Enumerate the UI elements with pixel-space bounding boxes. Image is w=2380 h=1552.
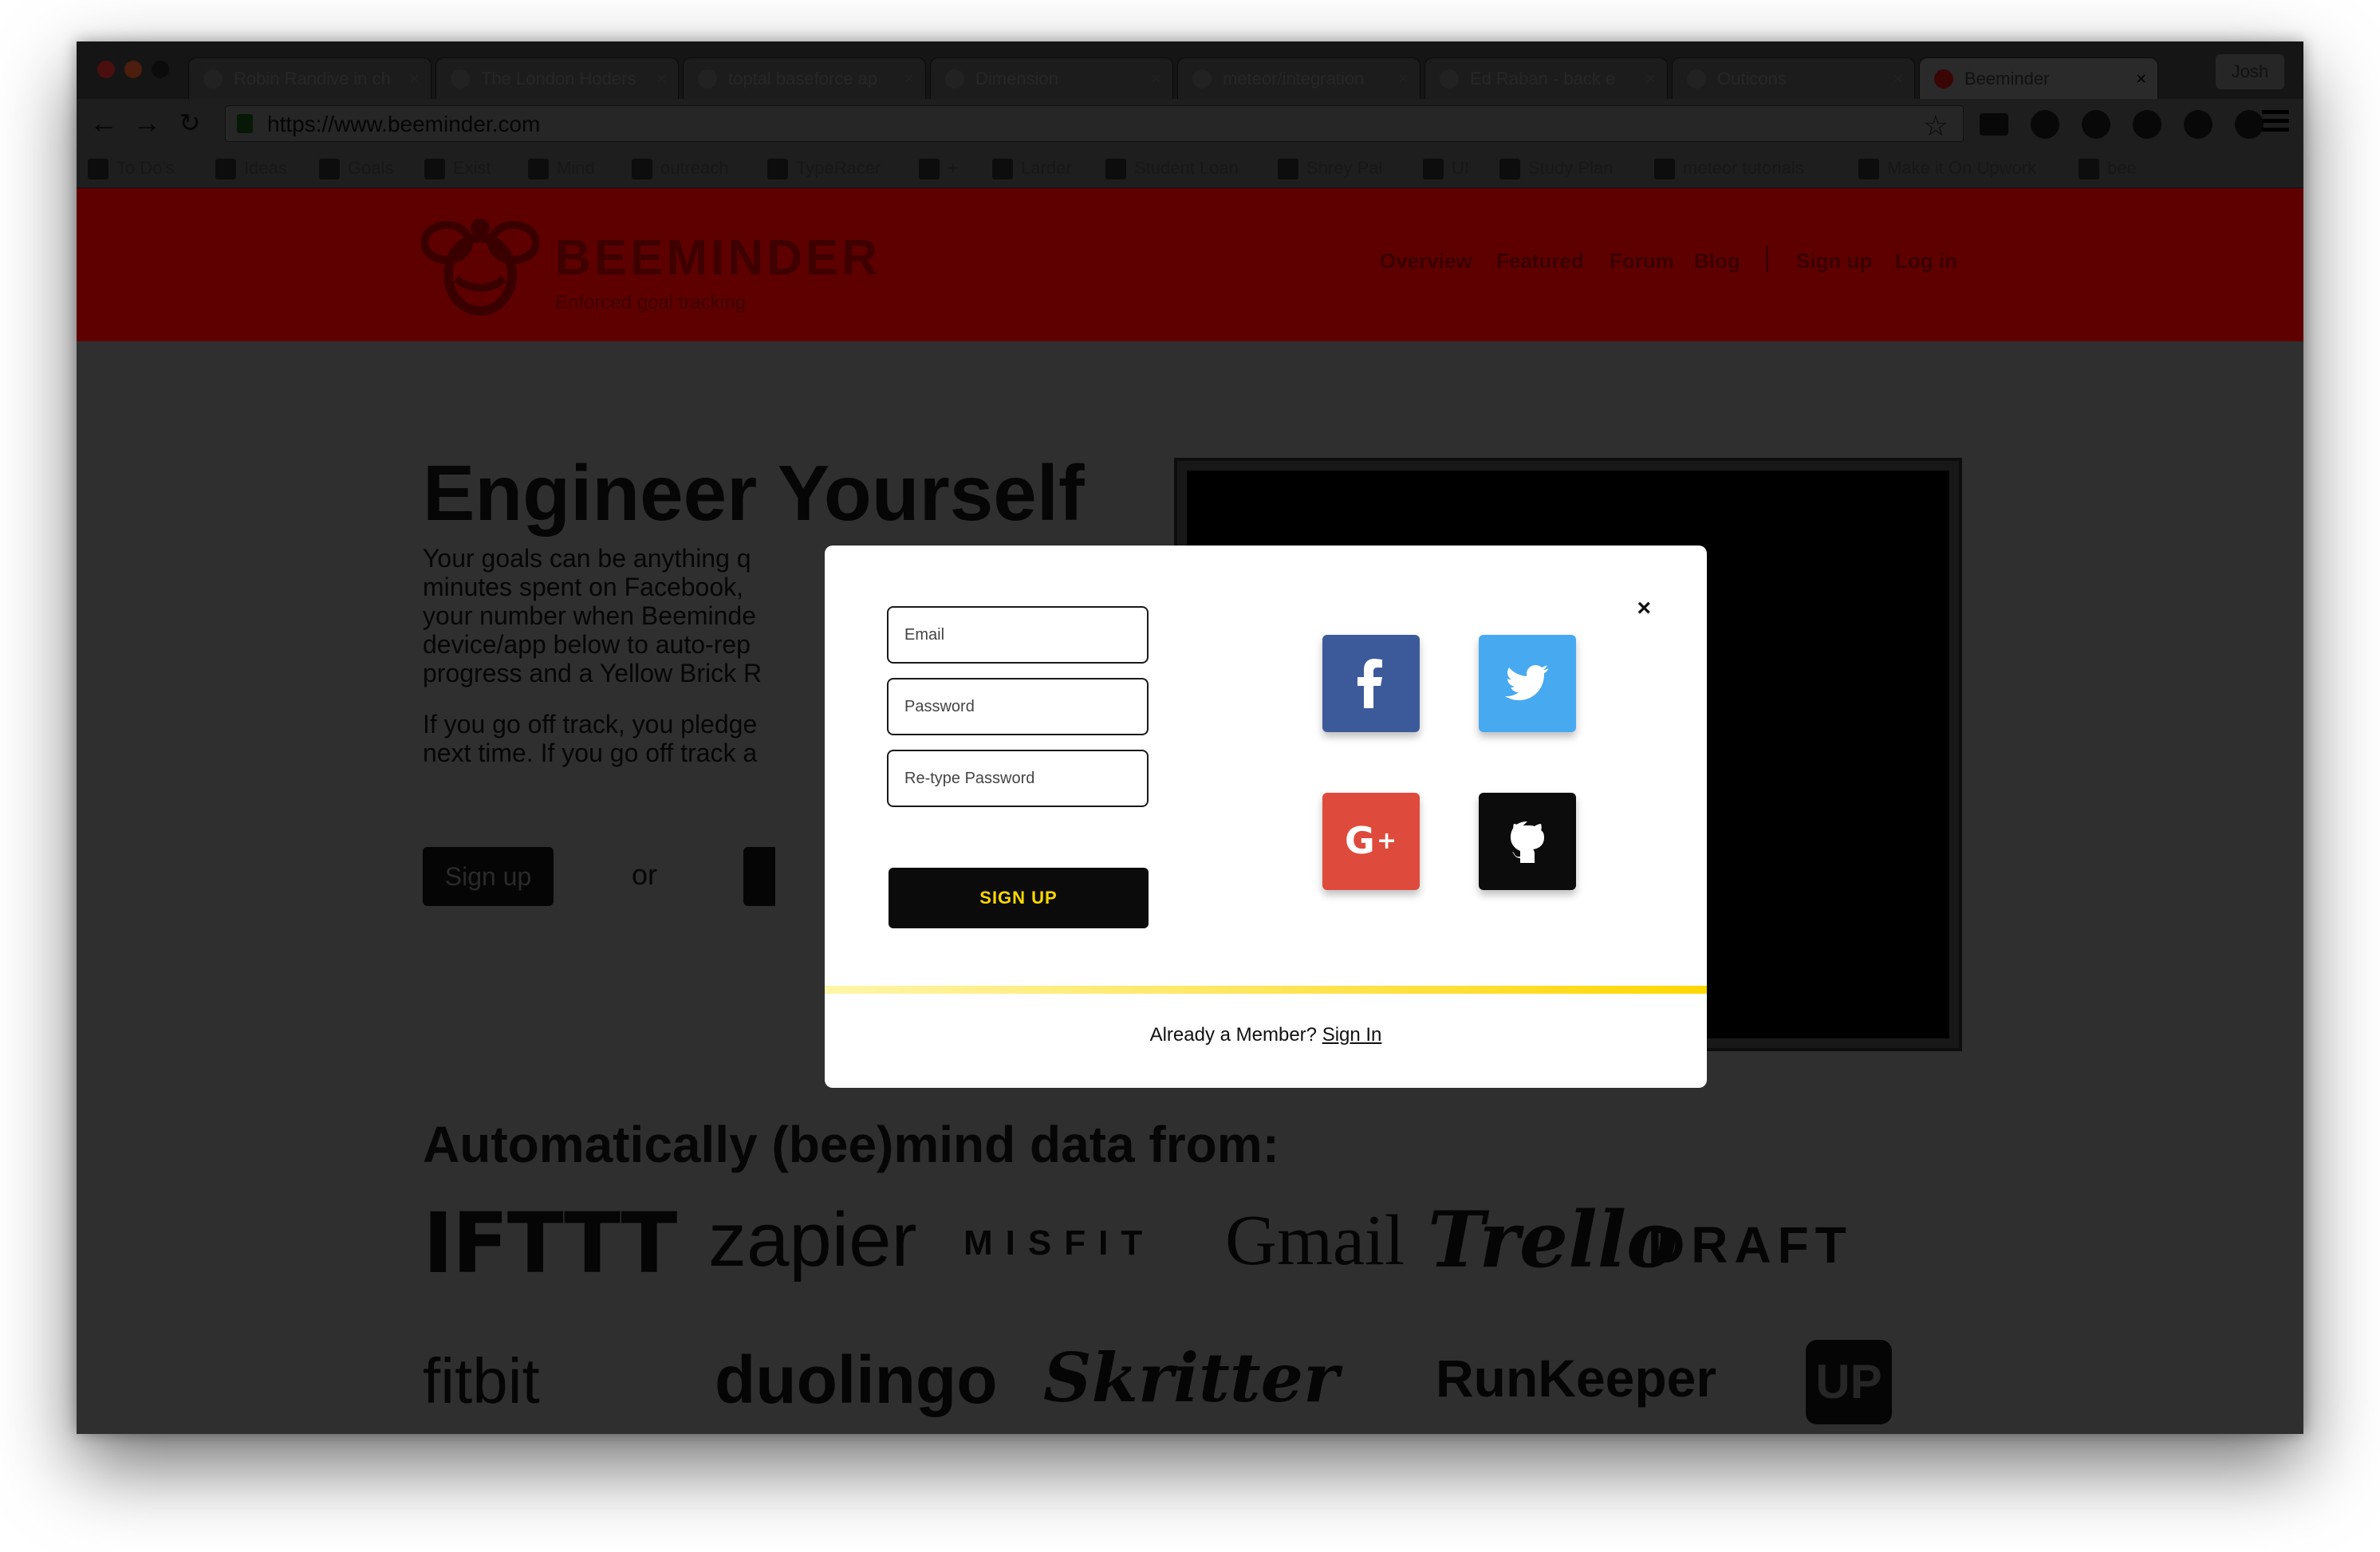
svg-text:G: G [1345, 819, 1375, 862]
tab-close-icon[interactable]: × [1645, 58, 1656, 99]
google-plus-login-button[interactable]: G + [1322, 793, 1420, 890]
close-icon[interactable]: × [1637, 595, 1651, 622]
lock-icon [237, 114, 253, 133]
extension-icon[interactable] [2031, 110, 2059, 139]
tab-favicon-icon [1192, 69, 1212, 89]
bookmark-folder[interactable]: outreach [632, 148, 729, 188]
tab-close-icon[interactable]: × [1398, 58, 1409, 99]
bookmark-icon [992, 159, 1013, 180]
bookmark-item[interactable]: Exist [424, 148, 491, 188]
mail-extension-icon[interactable] [1980, 113, 2008, 136]
tab-close-icon[interactable]: × [656, 58, 667, 99]
minimize-window-button[interactable] [124, 61, 142, 78]
ux-extension-icon[interactable] [2133, 110, 2161, 139]
browser-tab-active[interactable]: Beeminder × [1919, 57, 2158, 99]
close-window-button[interactable] [97, 61, 115, 78]
tab-close-icon[interactable]: × [2136, 58, 2146, 99]
maximize-window-button[interactable] [152, 61, 169, 78]
folder-icon [1654, 159, 1675, 180]
bookmark-icon [319, 159, 340, 180]
extension-icon[interactable] [2184, 110, 2213, 139]
sign-in-link[interactable]: Sign In [1322, 1024, 1382, 1046]
bookmark-icon [424, 159, 445, 180]
bookmark-folder[interactable]: bee [2079, 148, 2137, 188]
bookmark-item[interactable]: + [919, 148, 958, 188]
svg-text:+: + [1377, 827, 1397, 855]
already-member-text: Already a Member? [1149, 1024, 1318, 1046]
tab-favicon-icon [945, 69, 964, 89]
bookmark-icon [1278, 159, 1298, 180]
browser-toolbar: ← → ↻ https://www.beeminder.com ☆ [77, 99, 2303, 148]
tab-favicon-icon [1440, 69, 1459, 89]
bookmark-icon [1858, 159, 1879, 180]
bookmark-icon [1105, 159, 1126, 180]
browser-tab[interactable]: Ed Raban - back e × [1424, 57, 1668, 99]
folder-icon [632, 159, 652, 180]
bookmark-item[interactable]: UI [1423, 148, 1469, 188]
bookmark-item[interactable]: Ideas [215, 148, 287, 188]
forward-arrow-icon[interactable]: → [131, 107, 163, 139]
browser-tab[interactable]: Robin Randive in ch × [188, 57, 431, 99]
page-icon [919, 159, 940, 180]
beeminder-favicon-icon [1934, 69, 1953, 89]
tab-bar: Robin Randive in ch × The London Hoders × … [77, 41, 2303, 99]
bookmark-item[interactable]: Larder [992, 148, 1072, 188]
browser-tab[interactable]: The London Hoders × [435, 57, 679, 99]
trello-icon [215, 159, 236, 180]
bookmark-star-icon[interactable]: ☆ [1923, 109, 1949, 143]
bookmark-item[interactable]: Mind [528, 148, 595, 188]
browser-tab[interactable]: Outicons × [1672, 57, 1915, 99]
bookmark-icon [528, 159, 549, 180]
back-arrow-icon[interactable]: ← [88, 107, 120, 139]
signup-modal: × SIGN UP G + Already [825, 546, 1707, 1088]
tab-close-icon[interactable]: × [904, 58, 914, 99]
google-plus-icon: G + [1345, 819, 1397, 862]
bookmark-icon [767, 159, 788, 180]
bookmark-item[interactable]: Make it On Upwork [1858, 148, 2036, 188]
tab-close-icon[interactable]: × [409, 58, 420, 99]
tab-favicon-icon [698, 69, 717, 89]
extension-icon[interactable] [2082, 110, 2110, 139]
github-login-button[interactable] [1479, 793, 1576, 890]
twitter-icon [1505, 665, 1549, 700]
bookmark-item[interactable]: TypeRacer [767, 148, 881, 188]
browser-menu-icon[interactable] [2262, 110, 2289, 137]
reload-icon[interactable]: ↻ [174, 107, 206, 139]
browser-tab[interactable]: toptal baseforce ap × [683, 57, 926, 99]
twitter-login-button[interactable] [1479, 635, 1576, 732]
modal-footer: Already a Member? Sign In [825, 1024, 1707, 1046]
tab-close-icon[interactable]: × [1893, 58, 1903, 99]
browser-tab[interactable]: Dimension × [930, 57, 1173, 99]
tab-favicon-icon [203, 69, 223, 89]
facebook-login-button[interactable] [1322, 635, 1420, 732]
browser-window: Robin Randive in ch × The London Hoders × … [77, 41, 2303, 1434]
bookmark-item[interactable]: To Do's [88, 148, 175, 188]
profile-button[interactable]: Josh [2216, 54, 2284, 89]
github-icon [1511, 821, 1544, 863]
tab-favicon-icon [1687, 69, 1706, 89]
bookmarks-bar: To Do's Ideas Goals Exist Mind outreach … [77, 148, 2303, 188]
accent-divider [825, 986, 1707, 994]
retype-password-field[interactable] [887, 750, 1149, 807]
password-field[interactable] [887, 678, 1149, 735]
tab-favicon-icon [451, 69, 470, 89]
signup-button[interactable]: SIGN UP [889, 868, 1149, 928]
bookmark-icon [1423, 159, 1444, 180]
email-field[interactable] [887, 606, 1149, 664]
bookmark-item[interactable]: Study Plan [1499, 148, 1613, 188]
bookmark-item[interactable]: Shrey Pal [1278, 148, 1382, 188]
folder-icon [2079, 159, 2099, 180]
address-bar[interactable]: https://www.beeminder.com ☆ [225, 105, 1964, 142]
url-text: https://www.beeminder.com [267, 112, 541, 136]
bookmark-item[interactable]: Student Loan [1105, 148, 1239, 188]
bookmark-folder[interactable]: meteor tutorials [1654, 148, 1804, 188]
bookmark-icon [88, 159, 108, 180]
tab-close-icon[interactable]: × [1151, 58, 1161, 99]
bookmark-item[interactable]: Goals [319, 148, 393, 188]
bookmark-icon [1499, 159, 1520, 180]
camera-extension-icon[interactable] [2235, 110, 2264, 139]
facebook-icon [1357, 659, 1382, 708]
browser-tab[interactable]: meteor/integration × [1177, 57, 1421, 99]
